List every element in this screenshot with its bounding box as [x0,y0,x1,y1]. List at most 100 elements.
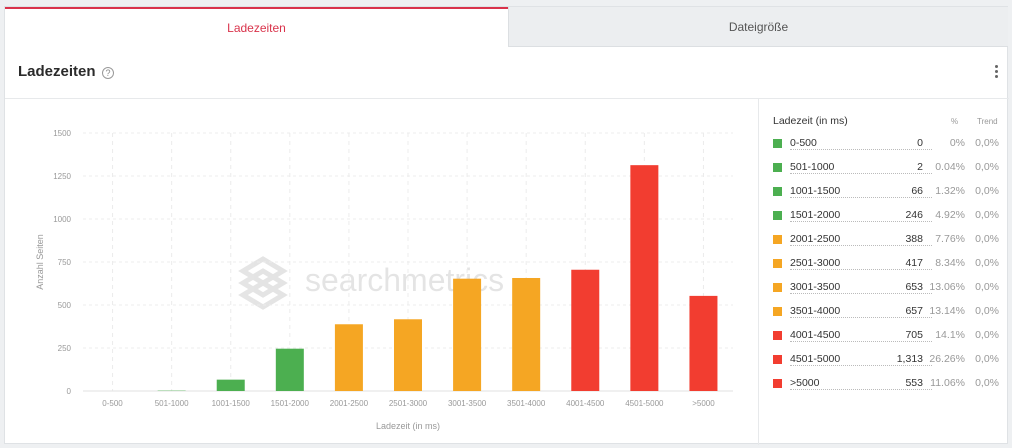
legend-trend: 0,0% [975,209,999,221]
y-tick-label: 0 [67,387,72,396]
legend-count: 653 [905,281,923,293]
legend-label: >5000 [790,377,820,389]
legend-count: 1,313 [896,353,923,365]
legend-count: 417 [905,257,923,269]
legend-swatch [773,235,782,244]
bar-8 [571,269,600,391]
legend-swatch [773,283,782,292]
legend-row: 1501-2000 246 4.92% 0,0% [773,208,1001,224]
legend-row: 3501-4000 657 13.14% 0,0% [773,304,1001,320]
legend-label: 4501-5000 [790,353,841,365]
legend-trend: 0,0% [975,353,999,365]
legend-swatch [773,211,782,220]
legend-count: 657 [905,305,923,317]
legend-leader-dots [790,293,932,294]
legend-swatch [773,187,782,196]
legend-row: 3001-3500 653 13.06% 0,0% [773,280,1001,296]
legend-trend: 0,0% [975,281,999,293]
x-tick-label: 3501-4000 [507,399,546,408]
legend-swatch [773,307,782,316]
legend-row: 1001-1500 66 1.32% 0,0% [773,184,1001,200]
legend-leader-dots [790,365,932,366]
y-tick-label: 1250 [53,172,71,181]
legend-header-trend: Trend [977,117,998,126]
tab-ladezeiten[interactable]: Ladezeiten [5,7,508,47]
legend-label: 2501-3000 [790,257,841,269]
legend-label: 2001-2500 [790,233,841,245]
legend-percent: 0.04% [935,161,965,173]
x-tick-label: 2501-3000 [389,399,428,408]
bar-4 [334,324,363,391]
x-axis-title: Ladezeit (in ms) [376,421,440,431]
legend-leader-dots [790,197,932,198]
legend-trend: 0,0% [975,137,999,149]
legend-percent: 14.1% [935,329,965,341]
legend-trend: 0,0% [975,377,999,389]
legend-percent: 1.32% [935,185,965,197]
legend-row: 4001-4500 705 14.1% 0,0% [773,328,1001,344]
bar-6 [453,278,482,391]
legend-swatch [773,331,782,340]
chart-area: searchmetrics 0 250 500 750 1000 1250 1500 0-500… [5,99,758,445]
bar-10 [689,295,718,391]
legend-percent: 13.14% [929,305,965,317]
x-tick-label: 3001-3500 [448,399,487,408]
legend-row: 501-1000 2 0.04% 0,0% [773,160,1001,176]
legend-percent: 26.26% [929,353,965,365]
tab-bar: Ladezeiten Dateigröße [5,7,1009,47]
legend-percent: 4.92% [935,209,965,221]
legend-trend: 0,0% [975,305,999,317]
legend-label: 1501-2000 [790,209,841,221]
legend-count: 66 [911,185,923,197]
legend-label: 4001-4500 [790,329,841,341]
x-tick-label: 501-1000 [155,399,189,408]
help-icon[interactable]: ? [102,67,114,79]
y-tick-label: 1500 [53,129,71,138]
legend-count: 246 [905,209,923,221]
legend-trend: 0,0% [975,257,999,269]
legend-count: 388 [905,233,923,245]
legend-swatch [773,259,782,268]
legend-row: 2001-2500 388 7.76% 0,0% [773,232,1001,248]
legend-swatch [773,163,782,172]
x-tick-label: 4501-5000 [625,399,664,408]
x-tick-label: 4001-4500 [566,399,605,408]
bar-chart: searchmetrics02505007501000125015000-500… [35,129,733,431]
legend-leader-dots [790,389,932,390]
legend-trend: 0,0% [975,233,999,245]
y-tick-label: 250 [58,344,72,353]
widget-frame: Ladezeiten Dateigröße Ladezeiten ? searc… [4,6,1009,445]
legend-percent: 11.06% [930,377,965,389]
bar-5 [394,319,422,391]
y-tick-label: 500 [58,301,72,310]
x-tick-label: 0-500 [102,399,123,408]
legend-label: 3501-4000 [790,305,841,317]
page-title: Ladezeiten [18,63,96,80]
legend-trend: 0,0% [975,329,999,341]
legend-label: 1001-1500 [790,185,841,197]
legend-count: 705 [905,329,923,341]
legend-count: 553 [905,377,923,389]
legend-row: 2501-3000 417 8.34% 0,0% [773,256,1001,272]
legend-percent: 0% [949,137,965,149]
legend-header-label: Ladezeit (in ms) [773,115,848,127]
legend-trend: 0,0% [975,161,999,173]
bar-9 [630,165,659,391]
legend-percent: 7.76% [935,233,965,245]
legend-leader-dots [790,221,932,222]
legend-leader-dots [790,173,932,174]
x-tick-label: 1501-2000 [271,399,310,408]
watermark-icon [238,256,288,310]
more-options-icon[interactable] [993,65,999,81]
bar-7 [512,277,541,391]
legend-count: 2 [917,161,923,173]
legend-trend: 0,0% [975,185,999,197]
y-tick-label: 750 [58,258,72,267]
bar-3 [275,348,304,391]
legend-row: 0-500 0 0% 0,0% [773,136,1001,152]
legend-swatch [773,139,782,148]
legend-leader-dots [790,245,932,246]
legend-swatch [773,379,782,388]
legend-label: 501-1000 [790,161,835,173]
tab-dateigroesse[interactable]: Dateigröße [508,7,1008,47]
